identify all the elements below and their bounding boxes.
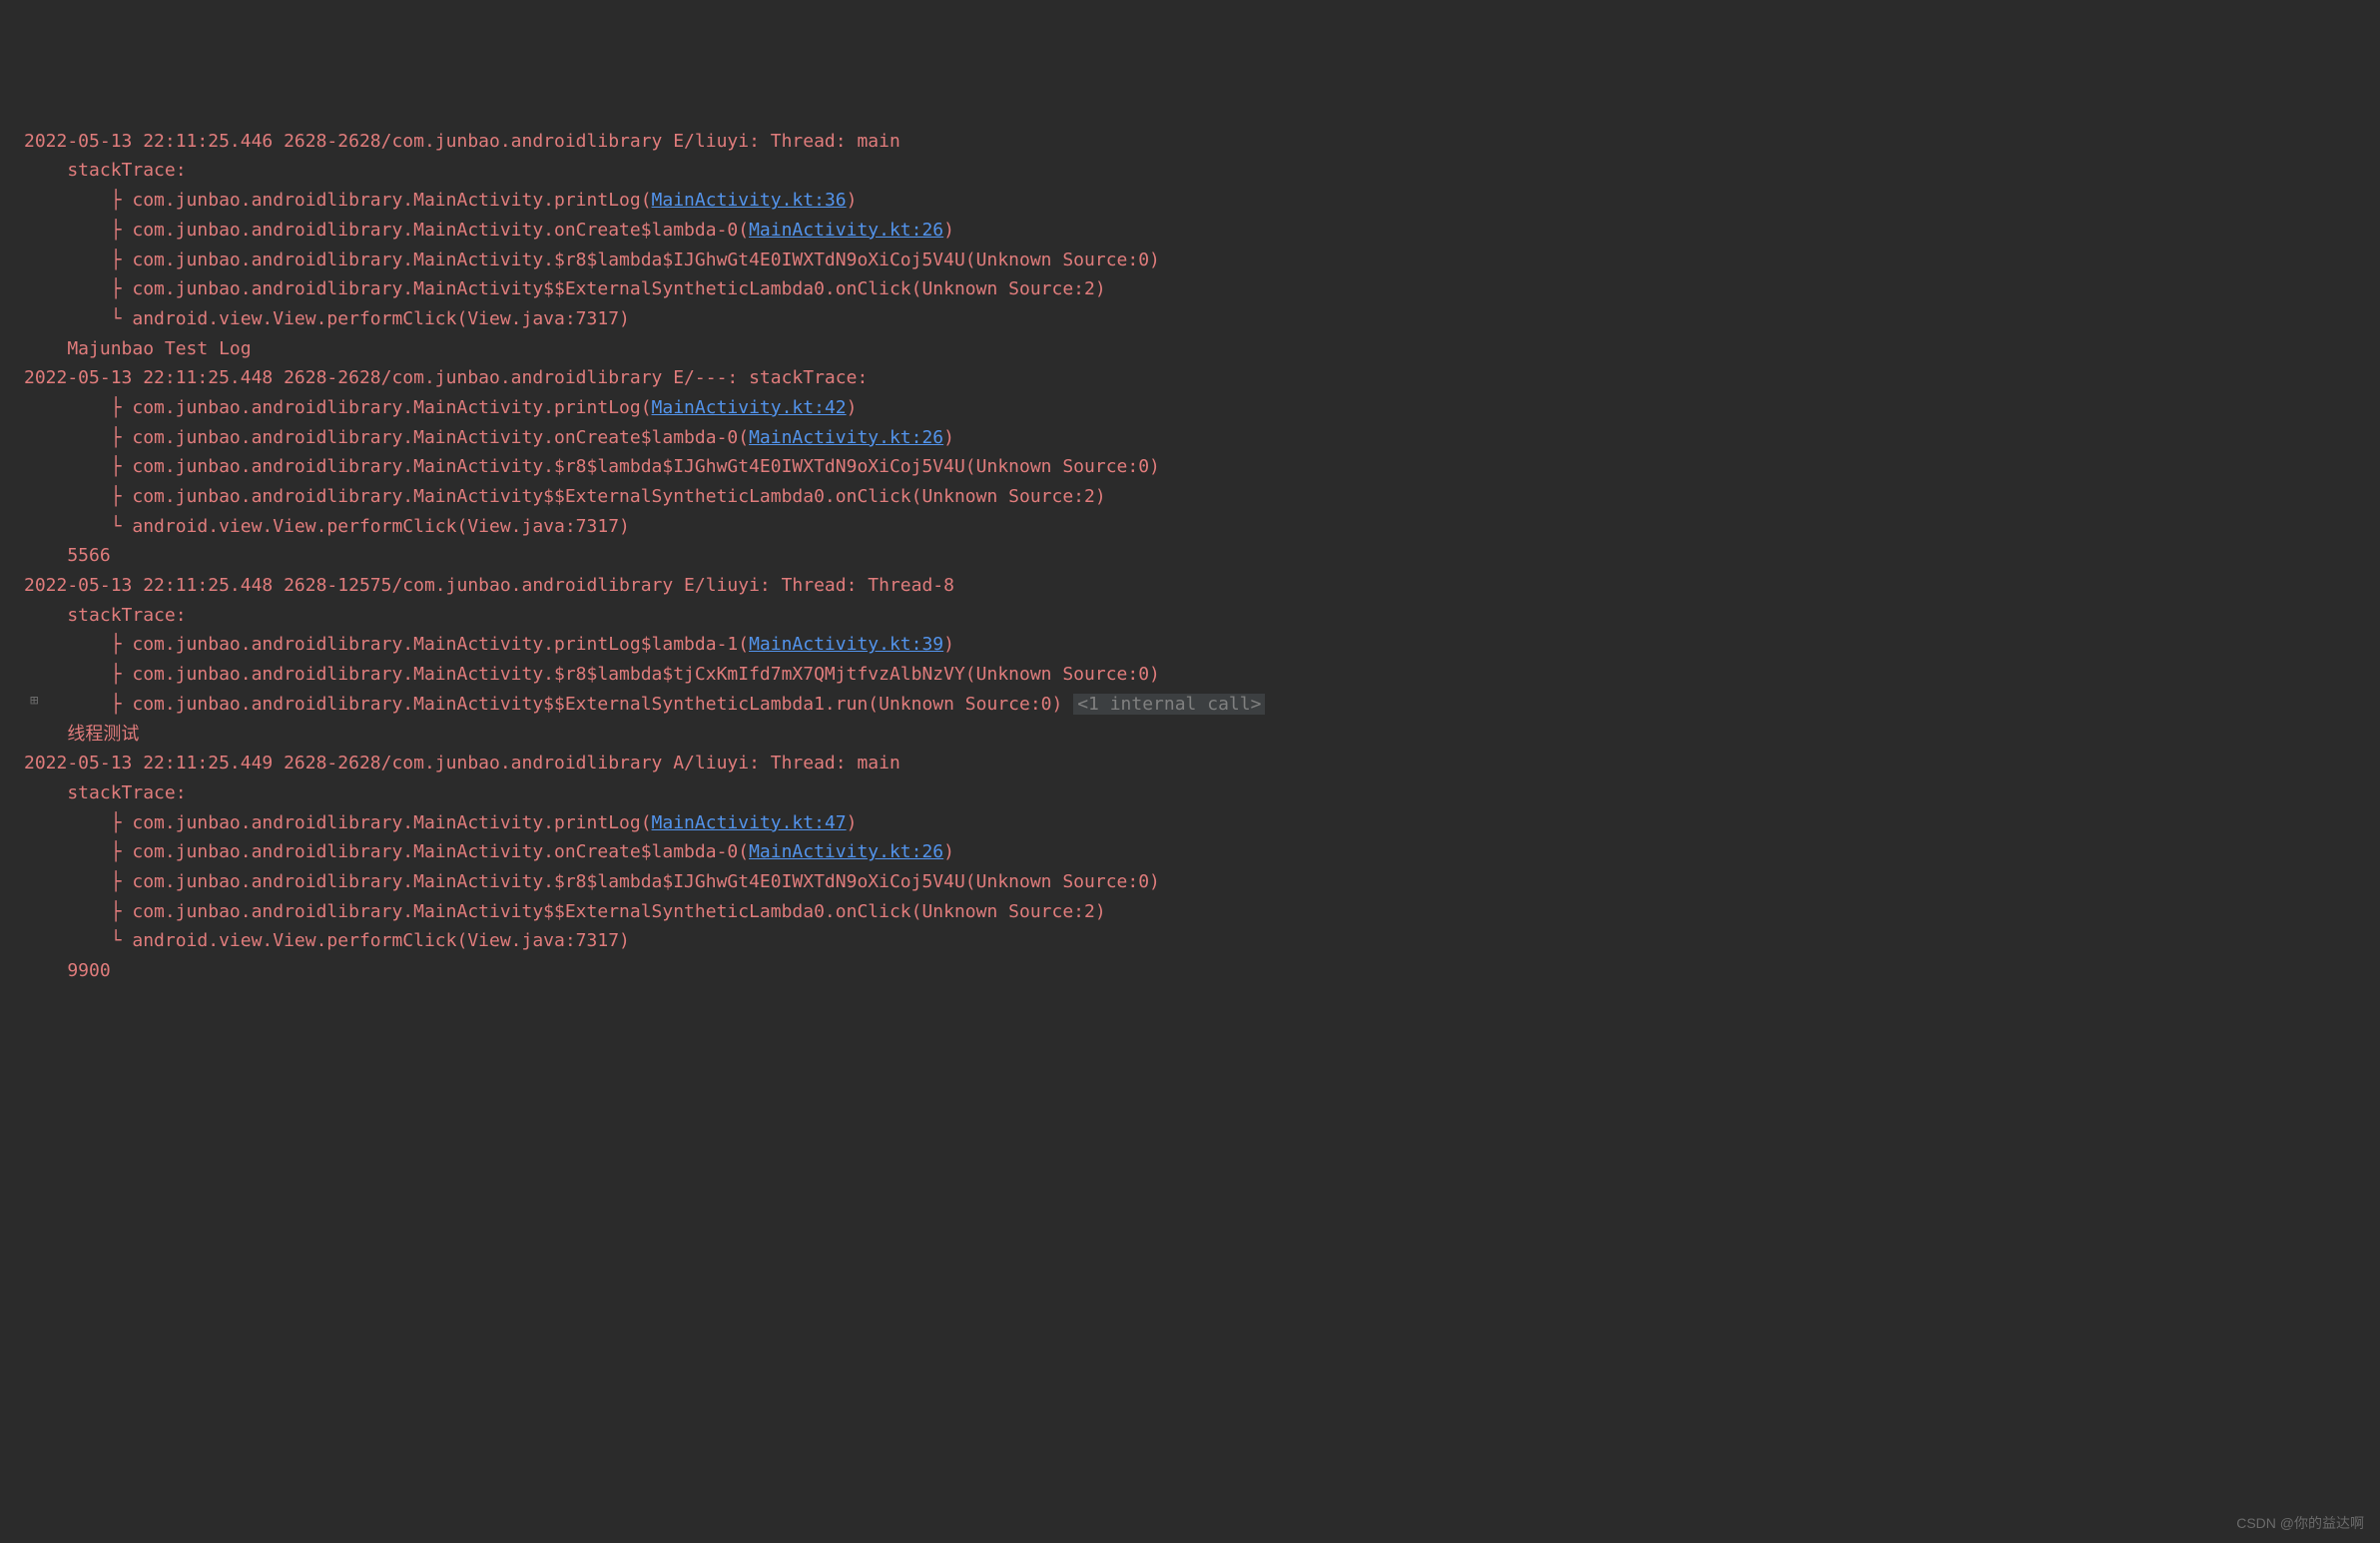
internal-call-badge[interactable]: <1 internal call> — [1073, 694, 1265, 715]
stack-frame-text: ├ com.junbao.androidlibrary.MainActivity… — [24, 694, 1073, 715]
log-header: 2022-05-13 22:11:25.448 2628-12575/com.j… — [24, 575, 954, 596]
stack-frame-line: ├ com.junbao.androidlibrary.MainActivity… — [24, 423, 2380, 453]
stack-frame-text: └ android.view.View.performClick(View.ja… — [24, 516, 630, 537]
log-header-line: 2022-05-13 22:11:25.448 2628-2628/com.ju… — [24, 363, 2380, 393]
stack-frame-text: ├ com.junbao.androidlibrary.MainActivity… — [24, 250, 1160, 270]
stack-frame-line: └ android.view.View.performClick(View.ja… — [24, 512, 2380, 542]
stack-frame-text: ├ com.junbao.androidlibrary.MainActivity… — [24, 486, 1106, 507]
stack-frame-text: ├ com.junbao.androidlibrary.MainActivity… — [24, 901, 1106, 922]
stack-frame-text: ├ com.junbao.androidlibrary.MainActivity… — [24, 812, 652, 833]
stack-frame-text: ├ com.junbao.androidlibrary.MainActivity… — [24, 220, 749, 241]
stack-frame-line: ├ com.junbao.androidlibrary.MainActivity… — [24, 482, 2380, 512]
stack-frame-line: ⊞ ├ com.junbao.androidlibrary.MainActivi… — [24, 690, 2380, 720]
log-header-line: 2022-05-13 22:11:25.449 2628-2628/com.ju… — [24, 749, 2380, 778]
stack-frame-line: └ android.view.View.performClick(View.ja… — [24, 926, 2380, 956]
log-header-line: 2022-05-13 22:11:25.446 2628-2628/com.ju… — [24, 127, 2380, 157]
stacktrace-label-line: stackTrace: — [24, 601, 2380, 631]
log-message: 5566 — [24, 545, 111, 566]
stack-frame-text: ├ com.junbao.androidlibrary.MainActivity… — [24, 871, 1160, 892]
stack-frame-text: ├ com.junbao.androidlibrary.MainActivity… — [24, 456, 1160, 477]
stack-frame-suffix: ) — [847, 190, 858, 211]
log-header: 2022-05-13 22:11:25.449 2628-2628/com.ju… — [24, 753, 900, 773]
stacktrace-label: stackTrace: — [24, 160, 187, 181]
stack-frame-text: └ android.view.View.performClick(View.ja… — [24, 308, 630, 329]
stack-frame-line: ├ com.junbao.androidlibrary.MainActivity… — [24, 867, 2380, 897]
stack-frame-suffix: ) — [943, 220, 954, 241]
source-link[interactable]: MainActivity.kt:26 — [749, 427, 943, 448]
stack-frame-line: ├ com.junbao.androidlibrary.MainActivity… — [24, 897, 2380, 927]
source-link[interactable]: MainActivity.kt:26 — [749, 220, 943, 241]
stack-frame-suffix: ) — [847, 812, 858, 833]
stack-frame-line: └ android.view.View.performClick(View.ja… — [24, 304, 2380, 334]
stacktrace-label-line: stackTrace: — [24, 156, 2380, 186]
stack-frame-text: ├ com.junbao.androidlibrary.MainActivity… — [24, 841, 749, 862]
stacktrace-label: stackTrace: — [24, 605, 187, 626]
log-header-line: 2022-05-13 22:11:25.448 2628-12575/com.j… — [24, 571, 2380, 601]
stack-frame-suffix: ) — [943, 427, 954, 448]
expand-icon[interactable]: ⊞ — [30, 690, 38, 713]
source-link[interactable]: MainActivity.kt:42 — [652, 397, 847, 418]
watermark: CSDN @你的益达啊 — [2236, 1512, 2364, 1535]
source-link[interactable]: MainActivity.kt:36 — [652, 190, 847, 211]
stack-frame-line: ├ com.junbao.androidlibrary.MainActivity… — [24, 274, 2380, 304]
logcat-output: 2022-05-13 22:11:25.446 2628-2628/com.ju… — [0, 127, 2380, 986]
stack-frame-line: ├ com.junbao.androidlibrary.MainActivity… — [24, 808, 2380, 838]
stack-frame-line: ├ com.junbao.androidlibrary.MainActivity… — [24, 216, 2380, 246]
stack-frame-suffix: ) — [943, 841, 954, 862]
log-message-line: Majunbao Test Log — [24, 334, 2380, 364]
source-link[interactable]: MainActivity.kt:39 — [749, 634, 943, 655]
stack-frame-line: ├ com.junbao.androidlibrary.MainActivity… — [24, 452, 2380, 482]
stack-frame-line: ├ com.junbao.androidlibrary.MainActivity… — [24, 630, 2380, 660]
log-message-line: 5566 — [24, 541, 2380, 571]
stack-frame-line: ├ com.junbao.androidlibrary.MainActivity… — [24, 246, 2380, 275]
stack-frame-text: ├ com.junbao.androidlibrary.MainActivity… — [24, 664, 1160, 685]
source-link[interactable]: MainActivity.kt:26 — [749, 841, 943, 862]
stack-frame-suffix: ) — [943, 634, 954, 655]
stack-frame-line: ├ com.junbao.androidlibrary.MainActivity… — [24, 660, 2380, 690]
log-message: 9900 — [24, 960, 111, 981]
stack-frame-line: ├ com.junbao.androidlibrary.MainActivity… — [24, 186, 2380, 216]
stack-frame-text: ├ com.junbao.androidlibrary.MainActivity… — [24, 427, 749, 448]
log-message-line: 线程测试 — [24, 720, 2380, 750]
stack-frame-line: ├ com.junbao.androidlibrary.MainActivity… — [24, 837, 2380, 867]
stack-frame-text: ├ com.junbao.androidlibrary.MainActivity… — [24, 634, 749, 655]
log-header: 2022-05-13 22:11:25.446 2628-2628/com.ju… — [24, 131, 900, 152]
stack-frame-text: ├ com.junbao.androidlibrary.MainActivity… — [24, 190, 652, 211]
log-message: Majunbao Test Log — [24, 338, 252, 359]
source-link[interactable]: MainActivity.kt:47 — [652, 812, 847, 833]
stack-frame-line: ├ com.junbao.androidlibrary.MainActivity… — [24, 393, 2380, 423]
stacktrace-label: stackTrace: — [24, 782, 187, 803]
stack-frame-text: └ android.view.View.performClick(View.ja… — [24, 930, 630, 951]
log-message: 线程测试 — [24, 724, 139, 745]
stack-frame-text: ├ com.junbao.androidlibrary.MainActivity… — [24, 278, 1106, 299]
stacktrace-label-line: stackTrace: — [24, 778, 2380, 808]
log-message-line: 9900 — [24, 956, 2380, 986]
stack-frame-text: ├ com.junbao.androidlibrary.MainActivity… — [24, 397, 652, 418]
log-header: 2022-05-13 22:11:25.448 2628-2628/com.ju… — [24, 367, 868, 388]
stack-frame-suffix: ) — [847, 397, 858, 418]
